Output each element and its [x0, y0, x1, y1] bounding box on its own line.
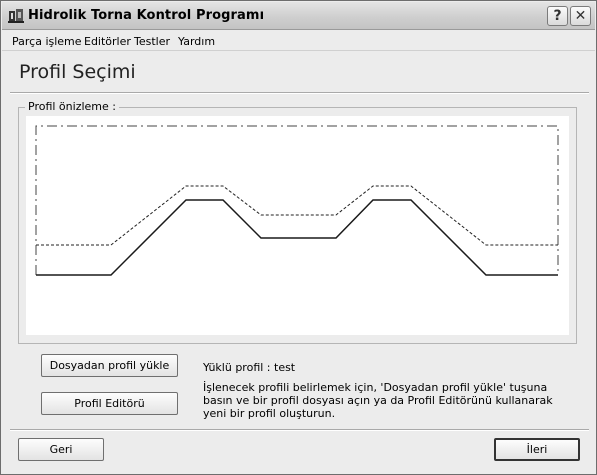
app-logo-icon [8, 8, 24, 24]
offset-profile-line [36, 185, 558, 246]
menu-yardim[interactable]: Yardım [178, 35, 215, 48]
menu-editorler[interactable]: Editörler [84, 35, 131, 48]
profile-preview-canvas [26, 116, 569, 335]
back-button[interactable]: Geri [18, 438, 104, 461]
menu-parca-isleme[interactable]: Parça işleme [12, 35, 82, 48]
instructions-text: İşlenecek profili belirlemek için, 'Dosy… [203, 381, 553, 420]
title-bar: Hidrolik Torna Kontrol Programı ? ✕ [2, 2, 595, 30]
window-title: Hidrolik Torna Kontrol Programı [28, 8, 265, 23]
main-window: Hidrolik Torna Kontrol Programı ? ✕ Parç… [0, 0, 597, 475]
help-button[interactable]: ? [547, 6, 568, 26]
profile-line [36, 199, 558, 276]
next-button[interactable]: İleri [494, 438, 580, 461]
loaded-profile-label: Yüklü profil : test [203, 361, 296, 374]
page-title: Profil Seçimi [19, 61, 136, 83]
load-profile-button[interactable]: Dosyadan profil yükle [41, 354, 178, 377]
bounding-box-line [35, 125, 559, 275]
footer-divider [10, 429, 589, 431]
menu-testler[interactable]: Testler [134, 35, 170, 48]
menu-bar: Parça işleme Editörler Testler Yardım [2, 31, 595, 51]
close-button[interactable]: ✕ [570, 6, 591, 26]
preview-legend: Profil önizleme : [25, 100, 119, 113]
header-divider [10, 92, 589, 94]
profile-editor-button[interactable]: Profil Editörü [41, 392, 178, 415]
